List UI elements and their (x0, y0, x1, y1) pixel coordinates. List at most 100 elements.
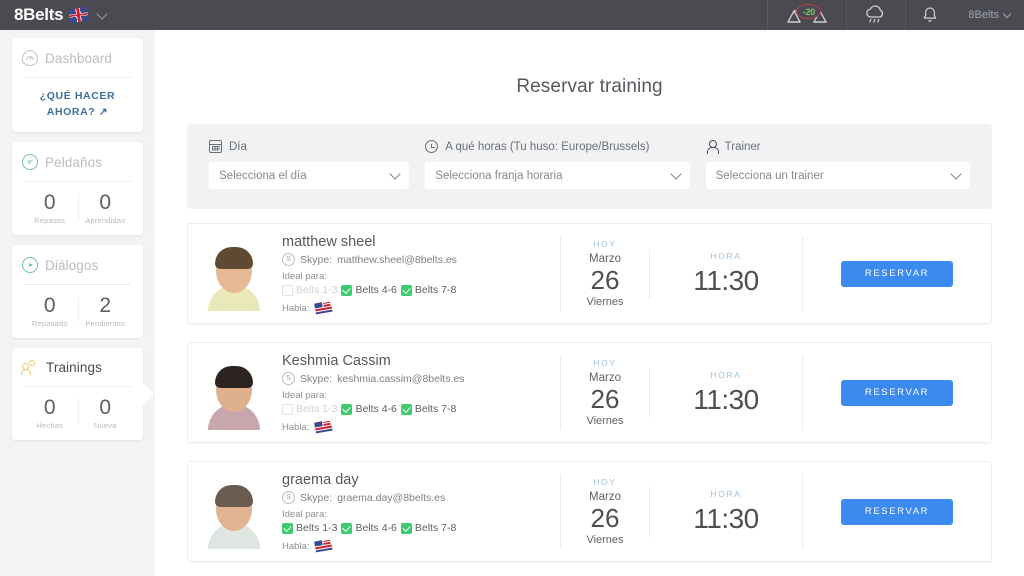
chevron-down-icon (390, 168, 401, 179)
stat-nueva: 0 Nueva (78, 396, 134, 430)
chevron-down-icon (950, 168, 961, 179)
belt-option[interactable]: Belts 4-6 (341, 403, 396, 415)
belt-label: Belts 4-6 (355, 284, 396, 296)
stat-label: Hechas (22, 421, 78, 430)
clock-icon (425, 140, 438, 153)
date-month: Marzo (561, 252, 649, 266)
stat-label: Pendientes (78, 319, 134, 328)
que-hacer-ahora-link[interactable]: ¿QUÉ HACER AHORA? ↗ (22, 78, 133, 122)
user-menu[interactable]: 8Belts (954, 9, 1024, 21)
skype-address: keshmia.cassim@8belts.es (337, 373, 464, 385)
date-day: 26 (561, 504, 649, 533)
hour-header: HORA (650, 370, 802, 380)
avatar (203, 354, 265, 432)
belt-option[interactable]: Belts 7-8 (401, 522, 456, 534)
stat-hechas: 0 Hechas (22, 396, 78, 430)
sidebar: Dashboard ¿QUÉ HACER AHORA? ↗ Peldaños 0 (0, 30, 155, 576)
belt-checkbox[interactable] (282, 404, 293, 415)
timeslot-select[interactable]: Selecciona franja horaria (425, 162, 689, 189)
habla-label: Habla: (282, 303, 309, 314)
date-month: Marzo (561, 371, 649, 385)
belt-checkbox[interactable] (401, 404, 412, 415)
person-icon (706, 140, 718, 153)
notifications-button[interactable] (905, 0, 954, 30)
belt-label: Belts 7-8 (415, 284, 456, 296)
play-circle-icon (22, 257, 38, 273)
calendar-icon (209, 140, 222, 153)
date-weekday: Viernes (561, 414, 649, 428)
reserve-button[interactable]: RESERVAR (841, 380, 953, 406)
sidebar-item-dialogos[interactable]: Diálogos 0 Repasado 2 Pendientes (12, 245, 143, 338)
date-cell: HOY Marzo 26 Viernes (561, 358, 649, 428)
date-day: 26 (561, 385, 649, 414)
trainer-card[interactable]: graema day S Skype: graema.day@8belts.es… (187, 461, 992, 562)
belt-label: Belts 4-6 (355, 522, 396, 534)
sidebar-item-peldanos[interactable]: Peldaños 0 Repasos 0 Aprendidas (12, 142, 143, 235)
chevron-down-icon[interactable] (97, 8, 108, 19)
belt-checkbox[interactable] (282, 285, 293, 296)
sidebar-stats: 0 Repasos 0 Aprendidas (22, 182, 133, 225)
sidebar-card-header: Diálogos (22, 257, 133, 273)
weather-button[interactable] (846, 0, 905, 30)
filter-bar: Día Selecciona el día A qué horas (Tu hu… (187, 124, 992, 209)
trainer-info: graema day S Skype: graema.day@8belts.es… (280, 462, 560, 561)
day-select[interactable]: Selecciona el día (209, 162, 409, 189)
day-select-value: Selecciona el día (219, 170, 307, 182)
stat-repasado: 0 Repasado (22, 294, 78, 328)
hour-cell: HORA 11:30 (650, 251, 802, 297)
belt-checkbox[interactable] (341, 404, 352, 415)
trainer-select[interactable]: Selecciona un trainer (706, 162, 970, 189)
bell-icon (922, 6, 938, 24)
belt-option[interactable]: Belts 1-3 (282, 284, 337, 296)
trainer-list: matthew sheel S Skype: matthew.sheel@8be… (187, 223, 992, 562)
brand-logo[interactable]: 8Belts (0, 5, 106, 25)
filter-trainer: Trainer Selecciona un trainer (706, 140, 970, 189)
balance-scale-button[interactable]: -20 (767, 0, 846, 30)
reserve-button[interactable]: RESERVAR (841, 261, 953, 287)
brand-label: 8Belts (14, 5, 63, 25)
us-uk-flag-icon (314, 301, 333, 317)
avatar (203, 473, 265, 551)
belt-checkbox[interactable] (401, 285, 412, 296)
filter-dia: Día Selecciona el día (209, 140, 409, 189)
ideal-para-label: Ideal para: (282, 390, 550, 401)
belt-option[interactable]: Belts 4-6 (341, 522, 396, 534)
dashboard-gauge-icon (22, 50, 38, 66)
stat-value: 0 (22, 191, 78, 215)
reserve-cell: RESERVAR (803, 499, 991, 525)
sidebar-card-header: Trainings (22, 360, 133, 375)
trainer-name: graema day (282, 472, 550, 488)
sidebar-item-trainings[interactable]: Trainings 0 Hechas 0 Nueva (12, 348, 143, 440)
stat-label: Repasado (22, 319, 78, 328)
habla-row: Habla: (282, 421, 550, 434)
trainer-select-value: Selecciona un trainer (716, 170, 824, 182)
belt-checkbox[interactable] (401, 523, 412, 534)
trainer-card[interactable]: Keshmia Cassim S Skype: keshmia.cassim@8… (187, 342, 992, 443)
stat-label: Nueva (78, 421, 134, 430)
belt-checkbox[interactable] (282, 523, 293, 534)
skype-prefix: Skype: (300, 492, 332, 504)
belt-option[interactable]: Belts 7-8 (401, 284, 456, 296)
sidebar-card-header: Dashboard (22, 50, 133, 66)
trainer-card[interactable]: matthew sheel S Skype: matthew.sheel@8be… (187, 223, 992, 324)
stat-value: 0 (78, 396, 134, 420)
us-uk-flag-icon (314, 539, 333, 555)
belt-checkbox[interactable] (341, 285, 352, 296)
date-header: HOY (561, 358, 649, 368)
belt-option[interactable]: Belts 7-8 (401, 403, 456, 415)
belt-option[interactable]: Belts 1-3 (282, 403, 337, 415)
belt-label: Belts 7-8 (415, 403, 456, 415)
trainer-name: matthew sheel (282, 234, 550, 250)
people-icon (22, 360, 39, 375)
scale-icon: -20 (784, 5, 830, 25)
belt-option[interactable]: Belts 1-3 (282, 522, 337, 534)
sidebar-item-dashboard[interactable]: Dashboard ¿QUÉ HACER AHORA? ↗ (12, 38, 143, 132)
belt-option[interactable]: Belts 4-6 (341, 284, 396, 296)
sidebar-item-label: Diálogos (45, 258, 98, 273)
belt-checkbox[interactable] (341, 523, 352, 534)
reserve-button[interactable]: RESERVAR (841, 499, 953, 525)
trainer-info: Keshmia Cassim S Skype: keshmia.cassim@8… (280, 343, 560, 442)
user-menu-label: 8Belts (968, 9, 999, 21)
sidebar-card-header: Peldaños (22, 154, 133, 170)
filter-label: A qué horas (Tu huso: Europe/Brussels) (445, 141, 649, 153)
